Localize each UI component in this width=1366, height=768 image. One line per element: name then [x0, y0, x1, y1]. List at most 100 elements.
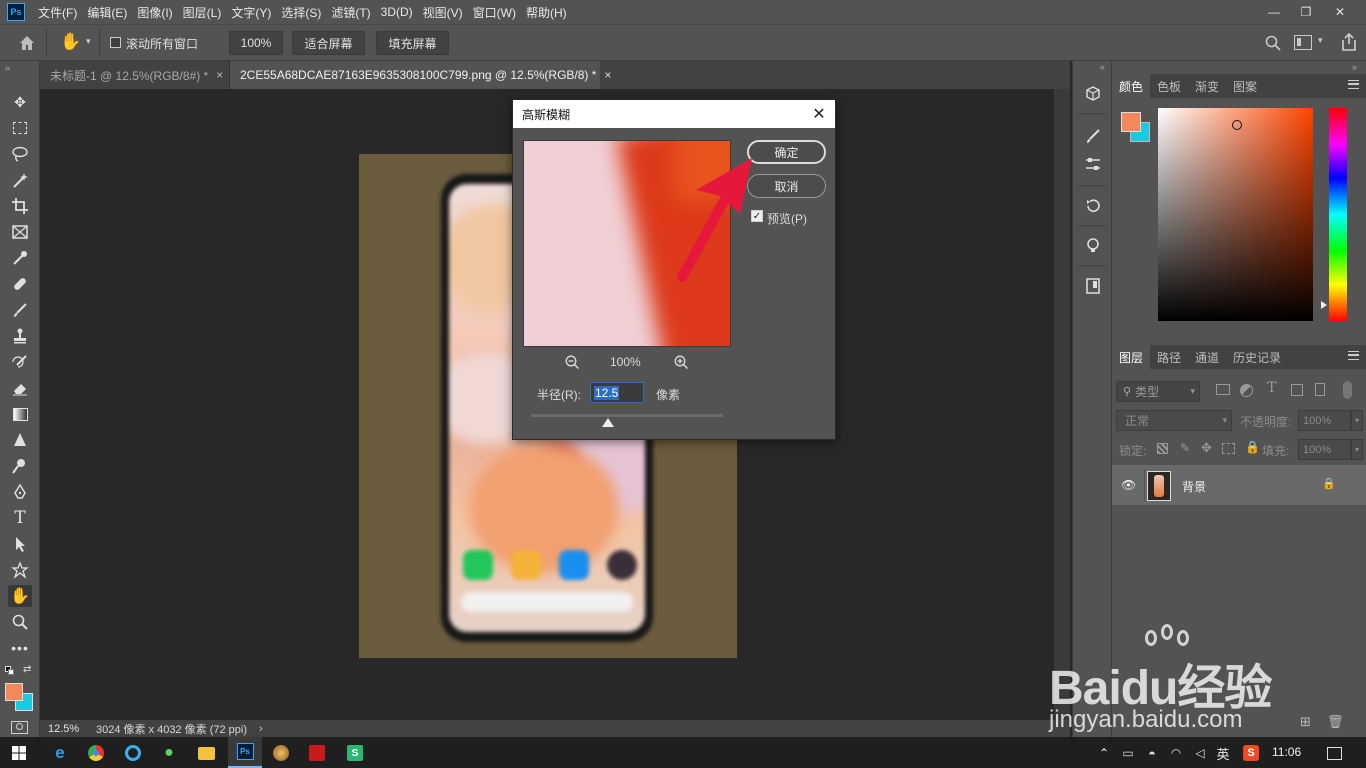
lock-transparent-icon[interactable] [1157, 443, 1168, 454]
more-tools-icon[interactable]: ••• [8, 637, 32, 659]
minimize-icon[interactable]: — [1257, 0, 1291, 24]
windows-start-icon[interactable] [7, 741, 31, 765]
clock[interactable]: 11:06 [1272, 745, 1301, 759]
radius-slider-track[interactable] [531, 414, 723, 417]
tab-paths[interactable]: 路径 [1150, 345, 1188, 369]
type-tool-icon[interactable]: T [8, 507, 32, 529]
menu-file[interactable]: 文件(F) [33, 4, 82, 21]
restore-icon[interactable]: ❐ [1289, 0, 1323, 24]
notification-icon[interactable] [1322, 741, 1346, 765]
path-selection-tool-icon[interactable] [8, 533, 32, 555]
tray-device-icon[interactable]: ▭ [1116, 741, 1140, 765]
zoom-in-icon[interactable] [673, 354, 689, 370]
close-window-icon[interactable]: ✕ [1323, 0, 1357, 24]
fill-chevron-icon[interactable]: ▾ [1351, 439, 1363, 460]
blur-tool-icon[interactable] [8, 429, 32, 451]
wifi-icon[interactable]: ◠ [1164, 741, 1188, 765]
zoom-100-button[interactable]: 100% [229, 31, 283, 55]
fit-screen-button[interactable]: 适合屏幕 [292, 31, 365, 55]
tab-swatches[interactable]: 色板 [1150, 74, 1188, 98]
clone-stamp-tool-icon[interactable] [8, 325, 32, 347]
default-colors-icon[interactable] [5, 666, 14, 675]
libraries-icon[interactable] [1081, 275, 1105, 297]
3d-icon[interactable] [1081, 83, 1105, 105]
radius-slider-handle[interactable] [601, 418, 614, 427]
tab-patterns[interactable]: 图案 [1226, 74, 1264, 98]
menu-select[interactable]: 选择(S) [276, 4, 326, 21]
lock-all-icon[interactable]: 🔒 [1245, 440, 1260, 454]
menu-edit[interactable]: 编辑(E) [82, 4, 132, 21]
zoom-tool-icon[interactable] [8, 611, 32, 633]
tab-channels[interactable]: 通道 [1188, 345, 1226, 369]
fill-screen-button[interactable]: 填充屏幕 [376, 31, 449, 55]
tab-layers[interactable]: 图层 [1112, 345, 1151, 369]
shape-tool-icon[interactable] [8, 559, 32, 581]
acrobat-icon[interactable] [305, 741, 329, 765]
filter-shape-icon[interactable] [1291, 384, 1303, 396]
menu-view[interactable]: 视图(V) [418, 4, 468, 21]
opacity-input[interactable]: 100% [1298, 410, 1351, 431]
qq-tray-icon[interactable]: ◓ [1140, 741, 1164, 765]
tab-color[interactable]: 颜色 [1112, 74, 1151, 98]
filter-type-icon[interactable]: T [1267, 380, 1276, 396]
dialog-titlebar[interactable]: 高斯模糊 ✕ [513, 100, 835, 128]
magic-wand-tool-icon[interactable] [8, 169, 32, 191]
radius-input[interactable]: 12.5 [590, 382, 644, 403]
collapse-strip-icon[interactable]: « [1100, 62, 1105, 72]
tray-chevron-up-icon[interactable]: ⌃ [1092, 741, 1116, 765]
brush-presets-icon[interactable] [1081, 153, 1105, 175]
internet-explorer-icon[interactable]: e [48, 741, 72, 765]
hue-slider-handle[interactable] [1321, 301, 1327, 309]
panel-foreground-swatch[interactable] [1121, 112, 1141, 132]
filter-toggle[interactable] [1343, 381, 1352, 399]
brush-settings-icon[interactable] [1081, 125, 1105, 147]
scroll-all-checkbox[interactable] [110, 37, 121, 48]
opacity-chevron-icon[interactable]: ▾ [1351, 410, 1363, 431]
workspace-chevron-icon[interactable]: ▾ [1318, 35, 1323, 46]
learn-lightbulb-icon[interactable] [1081, 235, 1105, 257]
tab-untitled-1[interactable]: 未标题-1 @ 12.5%(RGB/8#) * × [40, 61, 230, 89]
crop-tool-icon[interactable] [8, 195, 32, 217]
volume-icon[interactable]: ◁ [1188, 741, 1212, 765]
fill-input[interactable]: 100% [1298, 439, 1351, 460]
chevron-down-icon[interactable]: ▾ [86, 36, 91, 47]
foreground-color-swatch[interactable] [5, 683, 23, 701]
color-picker-cursor[interactable] [1232, 120, 1242, 130]
tab-close-icon[interactable]: × [216, 68, 223, 82]
healing-brush-tool-icon[interactable] [8, 273, 32, 295]
tab-gradients[interactable]: 渐变 [1188, 74, 1226, 98]
tab-history[interactable]: 历史记录 [1226, 345, 1288, 369]
pen-tool-icon[interactable] [8, 481, 32, 503]
zoom-out-icon[interactable] [564, 354, 580, 370]
status-menu-arrow-icon[interactable]: › [259, 723, 263, 735]
menu-filter[interactable]: 滤镜(T) [326, 4, 375, 21]
swap-colors-icon[interactable]: ⇄ [23, 664, 31, 675]
menu-window[interactable]: 窗口(W) [468, 4, 521, 21]
menu-3d[interactable]: 3D(D) [376, 5, 418, 19]
lock-position-icon[interactable]: ✥ [1201, 440, 1212, 456]
sogou-ime-icon[interactable]: S [1239, 741, 1263, 765]
color-picker-field[interactable] [1158, 108, 1313, 321]
app-circle-icon[interactable] [269, 741, 293, 765]
eraser-tool-icon[interactable] [8, 377, 32, 399]
filter-smart-object-icon[interactable] [1315, 383, 1325, 396]
lock-artboard-icon[interactable] [1222, 443, 1235, 454]
menu-type[interactable]: 文字(Y) [226, 4, 276, 21]
dodge-tool-icon[interactable] [8, 455, 32, 477]
panel-menu-icon[interactable] [1348, 351, 1359, 360]
brush-tool-icon[interactable] [8, 299, 32, 321]
menu-image[interactable]: 图像(I) [132, 4, 177, 21]
tab-png-document[interactable]: 2CE55A68DCAE87163E9635308100C799.png @ 1… [230, 61, 611, 89]
history-icon[interactable] [1081, 195, 1105, 217]
hand-tool-icon[interactable]: ✋ [8, 585, 32, 607]
spreadsheet-app-icon[interactable]: S [343, 741, 367, 765]
home-icon[interactable] [17, 33, 37, 53]
move-tool-icon[interactable]: ✥ [8, 91, 32, 113]
dialog-close-icon[interactable]: ✕ [809, 104, 829, 124]
blend-mode-select[interactable]: 正常 ▾ [1116, 410, 1232, 431]
lasso-tool-icon[interactable] [8, 143, 32, 165]
zoom-level[interactable]: 12.5% [40, 723, 88, 735]
workspace-icon[interactable] [1294, 35, 1312, 50]
eye-visibility-icon[interactable]: 👁 [1121, 478, 1136, 492]
gradient-tool-icon[interactable] [8, 403, 32, 425]
